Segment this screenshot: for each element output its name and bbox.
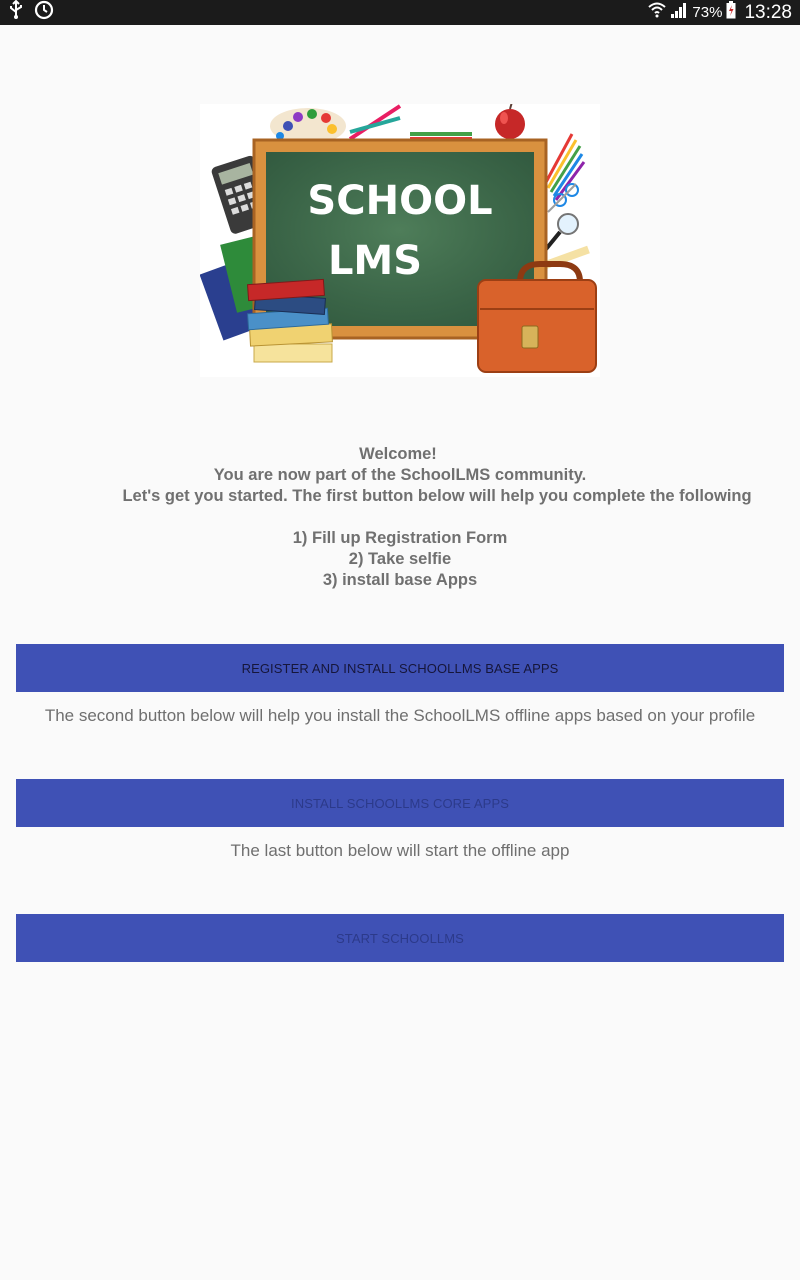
logo-text-lms: LMS — [328, 238, 422, 284]
register-install-base-apps-button[interactable]: REGISTER AND INSTALL SCHOOLLMS BASE APPS — [16, 644, 784, 692]
books-stack-illustration — [247, 278, 333, 363]
last-button-note: The last button below will start the off… — [230, 841, 570, 860]
signal-icon — [670, 1, 688, 24]
schoollms-logo: SCHOOL LMS — [199, 101, 600, 377]
second-button-note: The second button below will help you in… — [44, 706, 756, 725]
welcome-community-text: You are now part of the SchoolLMS commun… — [213, 466, 587, 484]
usb-icon — [8, 0, 24, 25]
start-schoollms-button[interactable]: START SCHOOLLMS — [16, 914, 784, 962]
battery-percent: 73% — [692, 4, 723, 21]
welcome-text-block: Welcome! You are now part of the SchoolL… — [0, 444, 800, 591]
briefcase-illustration — [477, 261, 597, 373]
welcome-heading: Welcome! — [359, 445, 437, 463]
clock: 13:28 — [744, 1, 792, 23]
welcome-spacer — [0, 507, 800, 528]
step-selfie: 2) Take selfie — [348, 550, 452, 568]
apple-illustration — [495, 101, 525, 139]
pencils-illustration — [348, 104, 472, 141]
sync-icon — [34, 0, 54, 25]
welcome-instructions-text: Let's get you started. The first button … — [122, 487, 752, 505]
battery-icon — [726, 1, 736, 24]
step-registration: 1) Fill up Registration Form — [292, 529, 508, 547]
wifi-icon — [648, 1, 667, 24]
step-install-base-apps: 3) install base Apps — [322, 571, 478, 589]
logo-text-school: SCHOOL — [307, 178, 492, 224]
install-core-apps-button[interactable]: INSTALL SCHOOLLMS CORE APPS — [16, 779, 784, 827]
status-bar: 73% 13:28 — [0, 0, 800, 25]
